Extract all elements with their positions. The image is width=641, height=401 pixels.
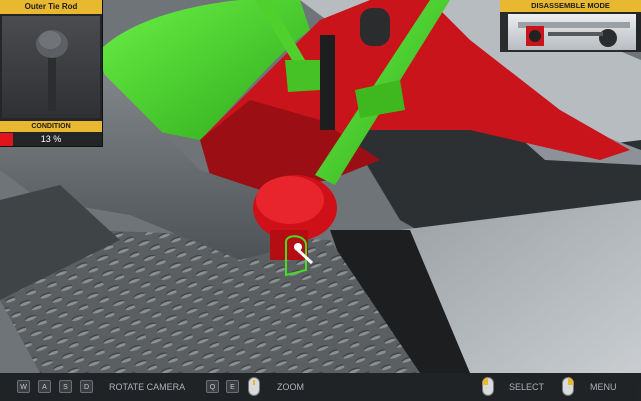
condition-label: CONDITION [0,121,102,132]
select-label: SELECT [509,382,545,392]
car-preview-image[interactable] [508,14,636,50]
condition-bar: 13 % [0,133,102,146]
mouse-left-click-icon [482,377,494,396]
bracket-post [320,35,335,130]
part-preview-image [2,16,100,118]
part-info-panel: Outer Tie Rod CONDITION 13 % [0,0,103,147]
key-d[interactable]: D [80,380,93,393]
condition-value: 13 % [40,134,62,144]
rotate-camera-label: ROTATE CAMERA [109,382,186,392]
key-s[interactable]: S [59,380,72,393]
zoom-label: ZOOM [277,382,304,392]
shock-bolt [360,8,390,46]
part-name: Outer Tie Rod [0,0,102,14]
controls-bar: W A S D ROTATE CAMERA Q E ZOOM SELECT ME… [0,373,641,401]
mouse-scroll-icon [248,377,260,396]
key-q[interactable]: Q [206,380,219,393]
key-w[interactable]: W [17,380,30,393]
key-e[interactable]: E [226,380,239,393]
mouse-right-click-icon [562,377,574,396]
menu-label: MENU [590,382,617,392]
mode-panel: DISASSEMBLE MODE [500,0,641,52]
key-a[interactable]: A [38,380,51,393]
mode-title: DISASSEMBLE MODE [500,0,641,12]
tie-rod-nut [285,60,320,92]
